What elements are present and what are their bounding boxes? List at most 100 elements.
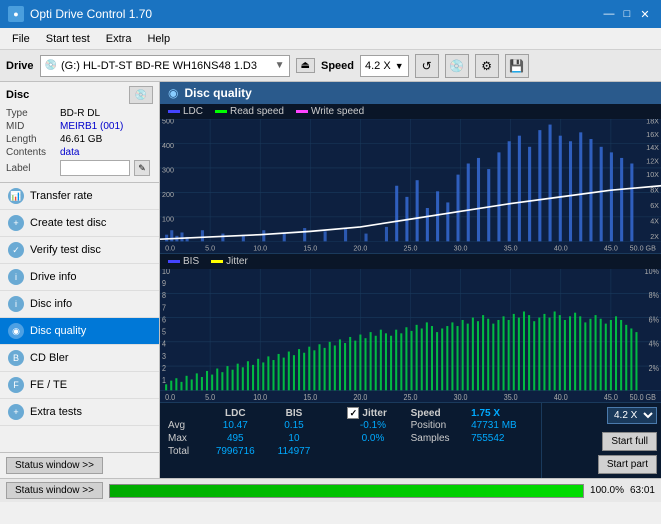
svg-text:16X: 16X bbox=[646, 130, 659, 139]
position-value: 47731 MB bbox=[467, 419, 533, 432]
menu-start-test[interactable]: Start test bbox=[38, 31, 98, 47]
disc-mid-value: MEIRB1 (001) bbox=[60, 121, 123, 132]
nav-disc-quality[interactable]: ◉ Disc quality bbox=[0, 318, 159, 345]
svg-text:35.0: 35.0 bbox=[504, 392, 518, 402]
svg-text:50.0 GB: 50.0 GB bbox=[630, 243, 656, 252]
disc-type-value: BD-R DL bbox=[60, 108, 100, 119]
nav-drive-info-label: Drive info bbox=[30, 271, 76, 283]
refresh-button[interactable]: ↺ bbox=[415, 54, 439, 78]
svg-text:30.0: 30.0 bbox=[454, 392, 468, 402]
svg-text:10%: 10% bbox=[645, 269, 659, 276]
menu-help[interactable]: Help bbox=[139, 31, 178, 47]
bis-dot bbox=[168, 260, 180, 263]
svg-text:15.0: 15.0 bbox=[303, 243, 317, 252]
svg-text:5.0: 5.0 bbox=[205, 243, 215, 252]
close-button[interactable]: ✕ bbox=[637, 6, 653, 22]
extra-tests-icon: + bbox=[8, 404, 24, 420]
speed-dropdown[interactable]: 4.2 X MAX bbox=[607, 407, 657, 424]
ldc-legend: LDC bbox=[168, 106, 203, 117]
nav-create-test-disc[interactable]: + Create test disc bbox=[0, 210, 159, 237]
total-label: Total bbox=[168, 445, 204, 458]
nav-cd-bler[interactable]: B CD Bler bbox=[0, 345, 159, 372]
bottom-status-button[interactable]: Status window >> bbox=[6, 482, 103, 499]
fe-te-icon: F bbox=[8, 377, 24, 393]
disc-label-input[interactable] bbox=[60, 160, 130, 176]
svg-text:20.0: 20.0 bbox=[353, 243, 367, 252]
nav-extra-tests[interactable]: + Extra tests bbox=[0, 399, 159, 426]
main-layout: Disc 💿 Type BD-R DL MID MEIRB1 (001) Len… bbox=[0, 82, 661, 478]
drive-bar: Drive 💿 (G:) HL-DT-ST BD-RE WH16NS48 1.D… bbox=[0, 50, 661, 82]
speed-col-label: Speed bbox=[405, 407, 468, 419]
jitter-dot bbox=[211, 260, 223, 263]
nav-drive-info[interactable]: i Drive info bbox=[0, 264, 159, 291]
status-window-button[interactable]: Status window >> bbox=[6, 457, 103, 474]
time-display: 63:01 bbox=[630, 485, 655, 496]
disc-button[interactable]: 💿 bbox=[445, 54, 469, 78]
read-speed-legend: Read speed bbox=[215, 106, 284, 117]
stats-controls: LDC BIS ✓ Jitter Speed 1.75 X bbox=[160, 402, 661, 478]
disc-contents-label: Contents bbox=[6, 147, 56, 158]
disc-mid-label: MID bbox=[6, 121, 56, 132]
nav-verify-test-disc-label: Verify test disc bbox=[30, 244, 101, 256]
svg-text:500: 500 bbox=[162, 119, 174, 126]
svg-text:10.0: 10.0 bbox=[253, 243, 267, 252]
svg-text:12X: 12X bbox=[646, 156, 659, 165]
avg-ldc: 10.47 bbox=[204, 419, 267, 432]
settings-button[interactable]: ⚙ bbox=[475, 54, 499, 78]
svg-text:5.0: 5.0 bbox=[205, 392, 216, 402]
start-full-button[interactable]: Start full bbox=[602, 432, 657, 451]
eject-button[interactable]: ⏏ bbox=[296, 58, 315, 73]
svg-text:300: 300 bbox=[162, 165, 174, 174]
ldc-label: LDC bbox=[183, 106, 203, 117]
disc-type-row: Type BD-R DL bbox=[6, 108, 153, 119]
svg-text:2: 2 bbox=[162, 363, 166, 373]
bis-label: BIS bbox=[183, 256, 199, 267]
samples-value: 755542 bbox=[467, 432, 533, 445]
svg-text:8: 8 bbox=[162, 290, 167, 300]
disc-label-edit-icon[interactable]: ✎ bbox=[134, 160, 150, 176]
save-button[interactable]: 💾 bbox=[505, 54, 529, 78]
svg-text:45.0: 45.0 bbox=[604, 243, 618, 252]
svg-text:10X: 10X bbox=[646, 170, 659, 179]
svg-text:6%: 6% bbox=[649, 314, 659, 324]
svg-text:1: 1 bbox=[162, 375, 166, 385]
bis-legend: BIS bbox=[168, 256, 199, 267]
svg-text:6: 6 bbox=[162, 314, 167, 324]
drive-selector[interactable]: 💿 (G:) HL-DT-ST BD-RE WH16NS48 1.D3 ▼ bbox=[40, 55, 290, 77]
disc-label-row: Label ✎ bbox=[6, 160, 153, 176]
svg-text:400: 400 bbox=[162, 141, 174, 150]
nav-fe-te[interactable]: F FE / TE bbox=[0, 372, 159, 399]
app-title: Opti Drive Control 1.70 bbox=[30, 7, 152, 21]
svg-text:8%: 8% bbox=[649, 290, 659, 300]
window-controls: — □ ✕ bbox=[601, 6, 653, 22]
minimize-button[interactable]: — bbox=[601, 6, 617, 22]
write-speed-legend: Write speed bbox=[296, 106, 364, 117]
maximize-button[interactable]: □ bbox=[619, 6, 635, 22]
jitter-legend: Jitter bbox=[211, 256, 248, 267]
disc-section-title: Disc bbox=[6, 89, 29, 101]
svg-text:9: 9 bbox=[162, 278, 166, 288]
disc-load-icon[interactable]: 💿 bbox=[129, 86, 153, 104]
jitter-check-label: Jitter bbox=[362, 408, 386, 419]
title-bar: ● Opti Drive Control 1.70 — □ ✕ bbox=[0, 0, 661, 28]
speed-selector[interactable]: 4.2 X ▼ bbox=[360, 55, 409, 77]
menu-extra[interactable]: Extra bbox=[98, 31, 140, 47]
ldc-chart-svg: 18X 16X 14X 12X 10X 8X 6X 4X 2X 500 400 … bbox=[160, 119, 661, 253]
chart-title-icon: ◉ bbox=[168, 86, 178, 100]
nav-disc-info[interactable]: i Disc info bbox=[0, 291, 159, 318]
jitter-checkbox[interactable]: ✓ bbox=[347, 407, 359, 419]
progress-bar-container bbox=[109, 484, 584, 498]
svg-text:4: 4 bbox=[162, 339, 167, 349]
start-part-button[interactable]: Start part bbox=[598, 455, 657, 474]
svg-text:4X: 4X bbox=[650, 216, 659, 225]
nav-transfer-rate[interactable]: 📊 Transfer rate bbox=[0, 183, 159, 210]
nav-transfer-rate-label: Transfer rate bbox=[30, 190, 93, 202]
disc-length-row: Length 46.61 GB bbox=[6, 134, 153, 145]
stats-table: LDC BIS ✓ Jitter Speed 1.75 X bbox=[168, 407, 533, 458]
svg-text:2%: 2% bbox=[649, 363, 659, 373]
max-label: Max bbox=[168, 432, 204, 445]
charts-area: LDC Read speed Write speed bbox=[160, 104, 661, 402]
svg-text:14X: 14X bbox=[646, 143, 659, 152]
menu-file[interactable]: File bbox=[4, 31, 38, 47]
nav-verify-test-disc[interactable]: ✓ Verify test disc bbox=[0, 237, 159, 264]
